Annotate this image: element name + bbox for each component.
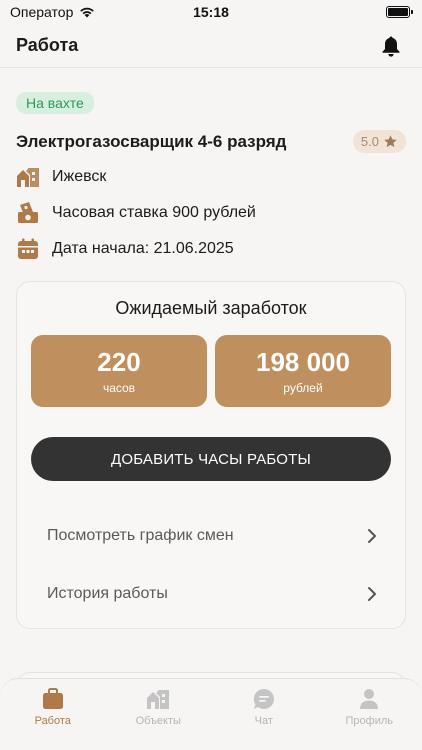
- city-label: Ижевск: [52, 168, 107, 185]
- chevron-right-icon: [368, 529, 376, 543]
- person-icon: [360, 689, 379, 709]
- battery-icon: [386, 6, 413, 18]
- status-bar: Оператор 15:18: [0, 0, 422, 24]
- briefcase-icon: [42, 688, 63, 709]
- job-content: На вахте Электрогазосварщик 4-6 разряд 5…: [16, 92, 406, 629]
- earnings-card: Ожидаемый заработок 220 часов 198 000 ру…: [16, 281, 406, 629]
- page-title: Работа: [16, 35, 79, 55]
- chevron-right-icon: [368, 587, 376, 601]
- work-history-label: История работы: [47, 585, 168, 602]
- carrier-label: Оператор: [10, 4, 74, 20]
- app-header: Работа: [0, 24, 422, 68]
- building-icon: [147, 690, 170, 709]
- add-hours-button[interactable]: ДОБАВИТЬ ЧАСЫ РАБОТЫ: [31, 437, 391, 481]
- rate-row: Часовая ставка 900 рублей: [16, 201, 406, 225]
- nav-item-chat[interactable]: Чат: [219, 687, 309, 727]
- money-unit: рублей: [283, 381, 323, 395]
- city-row: Ижевск: [16, 165, 406, 189]
- work-history-link[interactable]: История работы: [31, 565, 391, 623]
- earnings-title: Ожидаемый заработок: [115, 298, 307, 318]
- rating-badge: 5.0: [352, 130, 406, 153]
- shift-schedule-link[interactable]: Посмотреть график смен: [31, 507, 391, 565]
- job-title-row: Электрогазосварщик 4-6 разряд 5.0: [16, 130, 406, 153]
- rate-label: Часовая ставка 900 рублей: [52, 204, 256, 221]
- hours-stat: 220 часов: [31, 335, 207, 407]
- chat-icon: [253, 688, 274, 709]
- money-icon: [18, 202, 38, 223]
- nav-item-profile[interactable]: Профиль: [324, 687, 414, 727]
- calendar-icon: [18, 238, 38, 259]
- start-date-row: Дата начала: 21.06.2025: [16, 237, 406, 261]
- money-value: 198 000: [256, 347, 350, 377]
- job-title: Электрогазосварщик 4-6 разряд: [16, 131, 287, 151]
- star-icon: [384, 135, 397, 148]
- nav-label-objects: Объекты: [135, 715, 181, 727]
- nav-item-work[interactable]: Работа: [8, 687, 98, 727]
- hours-unit: часов: [102, 381, 136, 395]
- earnings-stats: 220 часов 198 000 рублей: [31, 335, 391, 407]
- notifications-button[interactable]: [380, 35, 402, 57]
- nav-label-work: Работа: [34, 715, 71, 727]
- status-left: Оператор: [10, 4, 95, 20]
- wifi-icon: [80, 7, 95, 18]
- hours-value: 220: [97, 347, 141, 377]
- shift-schedule-label: Посмотреть график смен: [47, 527, 234, 544]
- nav-label-chat: Чат: [254, 715, 273, 727]
- bell-icon: [382, 36, 400, 57]
- nav-item-objects[interactable]: Объекты: [113, 687, 203, 727]
- money-stat: 198 000 рублей: [215, 335, 391, 407]
- rating-value: 5.0: [360, 134, 379, 149]
- start-date-label: Дата начала: 21.06.2025: [52, 240, 234, 257]
- nav-label-profile: Профиль: [345, 715, 394, 727]
- status-badge: На вахте: [16, 92, 94, 114]
- bottom-nav: Работа Объекты Чат Профиль: [0, 678, 422, 750]
- city-icon: [17, 168, 39, 187]
